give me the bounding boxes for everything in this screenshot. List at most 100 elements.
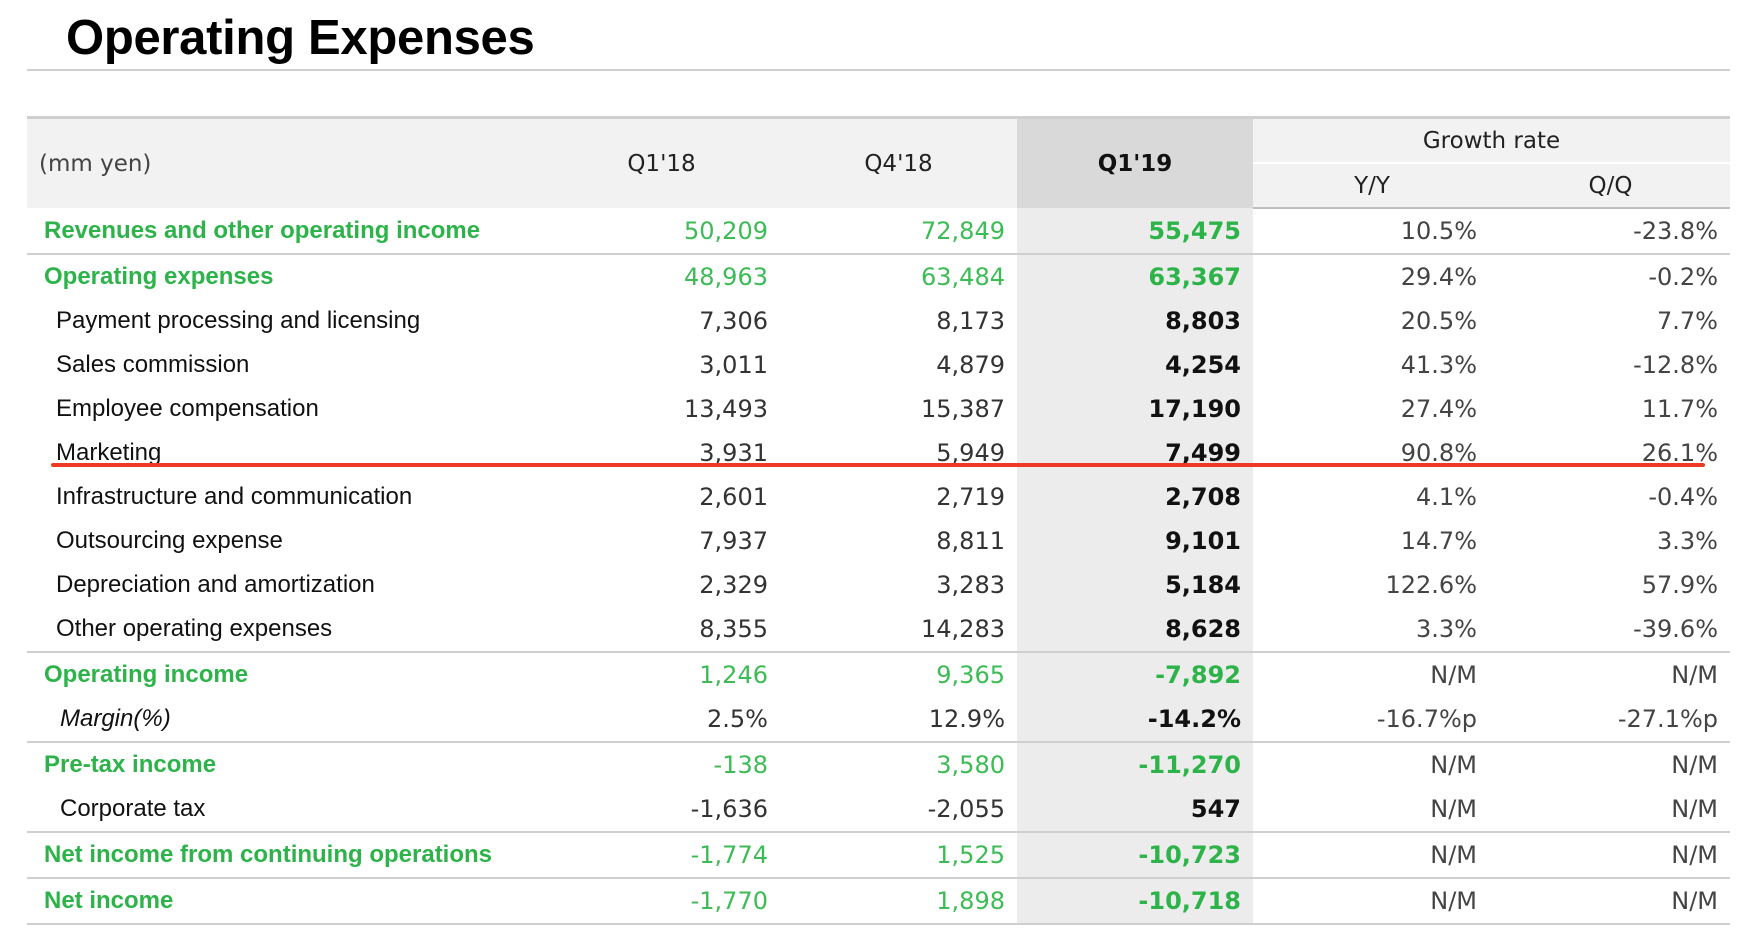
row-label: Operating income <box>27 651 543 697</box>
cell-qq: N/M <box>1671 795 1718 823</box>
cell-q4-18: 15,387 <box>921 395 1005 423</box>
cell-q1-19: 7,499 <box>1017 431 1253 475</box>
cell-yy: N/M <box>1253 651 1491 697</box>
row-label: Margin(%) <box>60 705 171 732</box>
cell-q1-18: 48,963 <box>543 253 780 299</box>
cell-q4-18: 4,879 <box>936 351 1005 379</box>
cell-qq: -0.2% <box>1491 253 1730 299</box>
operating-expenses-table-container: (mm yen) Q1'18 Q4'18 Q1'19 Growth rate Y… <box>27 116 1730 925</box>
column-header-q1-18: Q1'18 <box>543 116 780 208</box>
table-row-outsourcing: Outsourcing expense 7,937 8,811 9,101 14… <box>27 519 1730 563</box>
table-row-other-operating-expenses: Other operating expenses 8,355 14,283 8,… <box>27 607 1730 652</box>
row-label: Net income from continuing operations <box>27 831 543 878</box>
column-header-q1-19: Q1'19 <box>1017 116 1253 208</box>
cell-q4-18: 1,525 <box>780 831 1017 878</box>
cell-yy: -16.7%p <box>1376 705 1477 733</box>
cell-q1-19: 8,628 <box>1017 607 1253 652</box>
operating-expenses-table: (mm yen) Q1'18 Q4'18 Q1'19 Growth rate Y… <box>27 116 1730 925</box>
cell-q1-19: 2,708 <box>1017 475 1253 519</box>
cell-yy: 3.3% <box>1416 615 1477 643</box>
cell-yy: 10.5% <box>1400 217 1477 245</box>
cell-qq: N/M <box>1491 741 1730 787</box>
cell-q4-18: 12.9% <box>928 705 1005 733</box>
cell-q1-18: 3,931 <box>699 439 768 467</box>
cell-q1-18: 7,937 <box>699 527 768 555</box>
cell-q4-18: 63,484 <box>780 253 1017 299</box>
cell-q4-18: 1,898 <box>780 877 1017 925</box>
cell-q1-19: 63,367 <box>1017 253 1253 299</box>
cell-q1-19: -10,723 <box>1017 831 1253 878</box>
cell-q1-19: 4,254 <box>1017 343 1253 387</box>
cell-yy: 14.7% <box>1400 527 1477 555</box>
cell-q1-19: 9,101 <box>1017 519 1253 563</box>
cell-q1-18: 2,601 <box>699 483 768 511</box>
row-label: Net income <box>27 877 543 925</box>
cell-qq: N/M <box>1491 877 1730 925</box>
cell-q1-19: -7,892 <box>1017 651 1253 697</box>
row-label: Marketing <box>56 439 162 466</box>
table-row-employee-compensation: Employee compensation 13,493 15,387 17,1… <box>27 387 1730 431</box>
table-row-net-income-continuing: Net income from continuing operations -1… <box>27 831 1730 878</box>
table-row-marketing: Marketing 3,931 5,949 7,499 90.8% 26.1% <box>27 431 1730 475</box>
cell-qq: -12.8% <box>1633 351 1718 379</box>
cell-q4-18: 72,849 <box>921 216 1005 245</box>
row-label: Depreciation and amortization <box>56 571 375 598</box>
cell-q1-19: 17,190 <box>1017 387 1253 431</box>
cell-yy: N/M <box>1430 795 1477 823</box>
cell-yy: 29.4% <box>1253 253 1491 299</box>
cell-q1-18: 50,209 <box>684 216 768 245</box>
row-label: Revenues and other operating income <box>44 216 481 244</box>
cell-qq: 11.7% <box>1641 395 1718 423</box>
cell-qq: 57.9% <box>1641 571 1718 599</box>
cell-qq: -23.8% <box>1633 217 1718 245</box>
cell-q1-19: 547 <box>1017 787 1253 832</box>
cell-q4-18: 14,283 <box>921 615 1005 643</box>
cell-qq: N/M <box>1491 831 1730 878</box>
table-row-payment-processing: Payment processing and licensing 7,306 8… <box>27 299 1730 343</box>
cell-q1-19: -10,718 <box>1017 877 1253 925</box>
cell-yy: 4.1% <box>1416 483 1477 511</box>
row-label: Other operating expenses <box>56 615 333 642</box>
title-divider <box>27 69 1730 71</box>
table-row-operating-income: Operating income 1,246 9,365 -7,892 N/M … <box>27 651 1730 697</box>
cell-yy: 90.8% <box>1400 439 1477 467</box>
cell-yy: 41.3% <box>1400 351 1477 379</box>
table-row-operating-expenses: Operating expenses 48,963 63,484 63,367 … <box>27 253 1730 299</box>
cell-yy: N/M <box>1253 831 1491 878</box>
cell-q4-18: 5,949 <box>936 439 1005 467</box>
cell-q1-19: -11,270 <box>1017 741 1253 787</box>
row-label: Corporate tax <box>60 795 206 822</box>
row-label: Infrastructure and communication <box>56 483 413 510</box>
cell-q1-18: -1,770 <box>543 877 780 925</box>
cell-q4-18: 8,811 <box>936 527 1005 555</box>
cell-yy: N/M <box>1253 741 1491 787</box>
growth-rate-header: Growth rate <box>1253 116 1730 164</box>
column-header-qq: Q/Q <box>1491 163 1730 209</box>
cell-qq: -0.4% <box>1648 483 1718 511</box>
cell-q4-18: 9,365 <box>780 651 1017 697</box>
cell-qq: -39.6% <box>1633 615 1718 643</box>
row-label: Employee compensation <box>56 395 319 422</box>
cell-q1-18: 13,493 <box>684 395 768 423</box>
row-label: Outsourcing expense <box>56 527 283 554</box>
cell-q1-18: -1,636 <box>690 795 768 823</box>
unit-label: (mm yen) <box>27 116 543 208</box>
cell-yy: 27.4% <box>1400 395 1477 423</box>
cell-q1-18: -138 <box>543 741 780 787</box>
row-label: Payment processing and licensing <box>56 307 421 334</box>
table-row-revenues: Revenues and other operating income 50,2… <box>27 208 1730 254</box>
cell-yy: 122.6% <box>1385 571 1477 599</box>
table-row-sales-commission: Sales commission 3,011 4,879 4,254 41.3%… <box>27 343 1730 387</box>
cell-q4-18: 2,719 <box>936 483 1005 511</box>
column-header-yy: Y/Y <box>1253 163 1491 209</box>
cell-q4-18: 3,283 <box>936 571 1005 599</box>
cell-yy: N/M <box>1253 877 1491 925</box>
cell-q1-18: 2.5% <box>707 705 768 733</box>
cell-q1-18: 2,329 <box>699 571 768 599</box>
table-row-net-income: Net income -1,770 1,898 -10,718 N/M N/M <box>27 877 1730 925</box>
cell-q1-19: 55,475 <box>1017 208 1253 254</box>
cell-q4-18: -2,055 <box>927 795 1005 823</box>
row-label: Pre-tax income <box>27 741 543 787</box>
cell-qq: N/M <box>1491 651 1730 697</box>
table-row-infrastructure: Infrastructure and communication 2,601 2… <box>27 475 1730 519</box>
